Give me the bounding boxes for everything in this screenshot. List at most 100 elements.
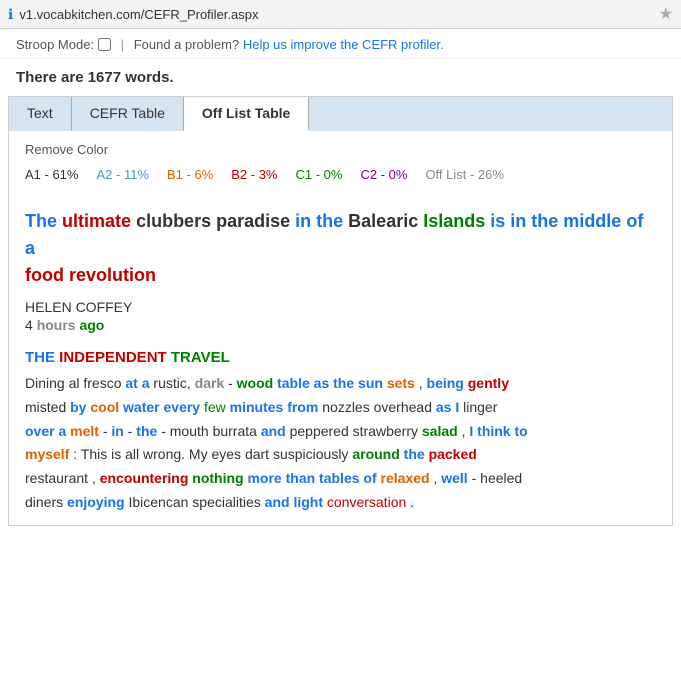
body-myself: myself <box>25 446 69 462</box>
body-in: in <box>111 423 123 439</box>
body-the: the <box>136 423 157 439</box>
body-nothing: nothing <box>192 470 243 486</box>
body-more-than-tables-of: more than tables of <box>247 470 376 486</box>
word-the: The <box>25 211 57 231</box>
body-as-I: as I <box>436 399 459 415</box>
body-comma-2: , <box>462 423 466 439</box>
stat-a2: A2 - 11% <box>96 167 149 182</box>
stat-b2: B2 - 3% <box>231 167 277 182</box>
body-misted: misted <box>25 399 66 415</box>
body-text-1: Dining al fresco <box>25 375 122 391</box>
source-title: THE INDEPENDENT TRAVEL <box>25 349 656 366</box>
body-linger: linger <box>463 399 497 415</box>
body-dash-4: - <box>161 423 166 439</box>
stroop-mode-checkbox[interactable] <box>98 38 111 51</box>
body-dash-2: - <box>103 423 108 439</box>
address-bar: ℹ v1.vocabkitchen.com/CEFR_Profiler.aspx… <box>0 0 681 29</box>
body-conversation: conversation <box>327 494 406 510</box>
remove-color-label[interactable]: Remove Color <box>25 142 108 157</box>
body-comma-3: , <box>92 470 96 486</box>
source-travel: TRAVEL <box>171 349 230 366</box>
word-islands: Islands <box>423 211 485 231</box>
body-over-a: over a <box>25 423 66 439</box>
time-suffix: ago <box>79 317 104 333</box>
time-number: 4 <box>25 317 33 333</box>
body-heeled: heeled <box>480 470 522 486</box>
body-and: and <box>261 423 286 439</box>
word-clubbers: clubbers paradise <box>136 211 290 231</box>
body-by-cool: by <box>70 399 86 415</box>
body-packed: packed <box>429 446 477 462</box>
word-count: There are 1677 words. <box>0 59 681 96</box>
body-dark: dark <box>195 375 225 391</box>
body-diners: diners <box>25 494 63 510</box>
stat-a1: A1 - 61% <box>25 167 78 182</box>
url-text[interactable]: v1.vocabkitchen.com/CEFR_Profiler.aspx <box>19 7 650 22</box>
body-sets: sets <box>387 375 415 391</box>
source-independent: INDEPENDENT <box>59 349 167 366</box>
body-mouth: mouth <box>170 423 209 439</box>
stats-row: A1 - 61% A2 - 11% B1 - 6% B2 - 3% C1 - 0… <box>25 163 656 192</box>
word-balearic: Balearic <box>348 211 418 231</box>
phrase-in-the: in the <box>295 211 343 231</box>
tabs-container: Text CEFR Table Off List Table Remove Co… <box>8 96 673 526</box>
stat-c2: C2 - 0% <box>360 167 407 182</box>
body-wood: wood <box>237 375 274 391</box>
author: HELEN COFFEY <box>25 299 656 315</box>
body-enjoying: enjoying <box>67 494 125 510</box>
stroop-mode-label: Stroop Mode: <box>16 37 111 52</box>
body-I-think-to: I think to <box>469 423 527 439</box>
body-dash-3: - <box>128 423 133 439</box>
body-being: being <box>427 375 464 391</box>
body-peppered: peppered strawberry <box>290 423 418 439</box>
body-minutes-from: minutes from <box>230 399 319 415</box>
word-food: food <box>25 265 64 285</box>
separator: | <box>121 37 124 52</box>
body-comma-4: , <box>433 470 437 486</box>
word-revolution: revolution <box>69 265 156 285</box>
phrase-is-in-the-middle: is in the middle <box>490 211 621 231</box>
body-nozzles: nozzles overhead <box>322 399 432 415</box>
tab-text[interactable]: Text <box>9 97 72 131</box>
body-comma-1: , <box>419 375 423 391</box>
body-salad: salad <box>422 423 458 439</box>
tab-content: Remove Color A1 - 61% A2 - 11% B1 - 6% B… <box>9 131 672 525</box>
body-at-a: at a <box>125 375 149 391</box>
body-period: . <box>410 494 414 510</box>
problem-text: Found a problem? <box>134 37 240 52</box>
word-count-text: There are 1677 words. <box>16 69 174 86</box>
body-around: around <box>352 446 399 462</box>
body-few: few <box>204 399 226 415</box>
info-icon: ℹ <box>8 6 13 23</box>
article-body: Dining al fresco at a rustic, dark - woo… <box>25 372 656 515</box>
time-word: hours <box>37 317 76 333</box>
body-well: well <box>441 470 467 486</box>
tab-off-list-table[interactable]: Off List Table <box>184 97 309 131</box>
tab-cefr-table[interactable]: CEFR Table <box>72 97 184 131</box>
body-encountering: encountering <box>100 470 189 486</box>
top-bar: Stroop Mode: | Found a problem? Help us … <box>0 29 681 59</box>
body-and-light: and light <box>265 494 323 510</box>
help-link[interactable]: Help us improve the CEFR profiler. <box>243 37 444 52</box>
body-the-packed: the <box>404 446 425 462</box>
source-the: THE <box>25 349 55 366</box>
body-burrata: burrata <box>213 423 257 439</box>
body-text-2: rustic, <box>153 375 190 391</box>
word-ultimate: ultimate <box>62 211 131 231</box>
body-cool: cool <box>90 399 119 415</box>
stroop-mode-text: Stroop Mode: <box>16 37 94 52</box>
body-gently: gently <box>468 375 509 391</box>
body-table-as-the-sun: table as the sun <box>277 375 383 391</box>
stat-c1: C1 - 0% <box>296 167 343 182</box>
body-restaurant: restaurant <box>25 470 88 486</box>
tabs-row: Text CEFR Table Off List Table <box>9 97 672 131</box>
body-ibicencan: Ibicencan specialities <box>128 494 260 510</box>
body-water: water every <box>123 399 200 415</box>
body-melt: melt <box>70 423 99 439</box>
body-relaxed: relaxed <box>381 470 430 486</box>
body-dash-5: - <box>472 470 477 486</box>
remove-color-row: Remove Color <box>25 141 656 157</box>
bookmark-icon[interactable]: ★ <box>659 4 673 24</box>
body-colon: : This is all wrong. My eyes <box>73 446 241 462</box>
time: 4 hours ago <box>25 317 656 333</box>
